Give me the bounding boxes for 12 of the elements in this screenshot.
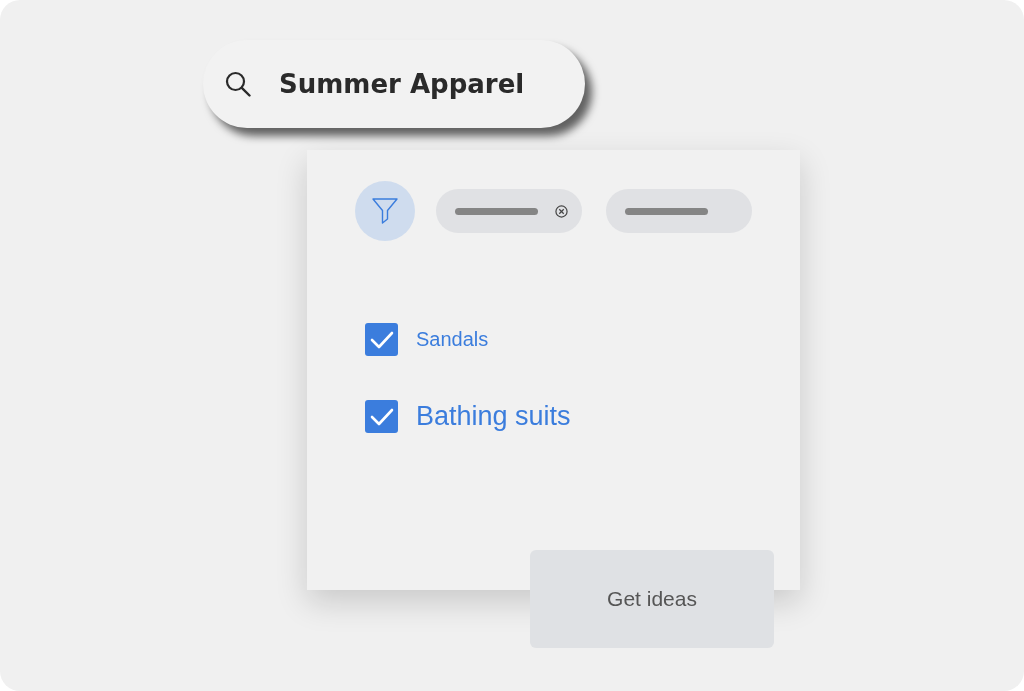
search-icon: [225, 71, 251, 97]
filter-button[interactable]: [355, 181, 415, 241]
filter-chip[interactable]: [436, 189, 582, 233]
funnel-icon: [372, 198, 398, 224]
checkbox[interactable]: [365, 323, 398, 356]
checkbox[interactable]: [365, 400, 398, 433]
option-label[interactable]: Sandals: [416, 328, 489, 351]
option-label[interactable]: Bathing suits: [416, 401, 571, 432]
filter-chip[interactable]: [606, 189, 752, 233]
search-field[interactable]: Summer Apparel: [203, 40, 585, 128]
get-ideas-button[interactable]: Get ideas: [530, 550, 774, 648]
close-icon[interactable]: [555, 204, 568, 218]
